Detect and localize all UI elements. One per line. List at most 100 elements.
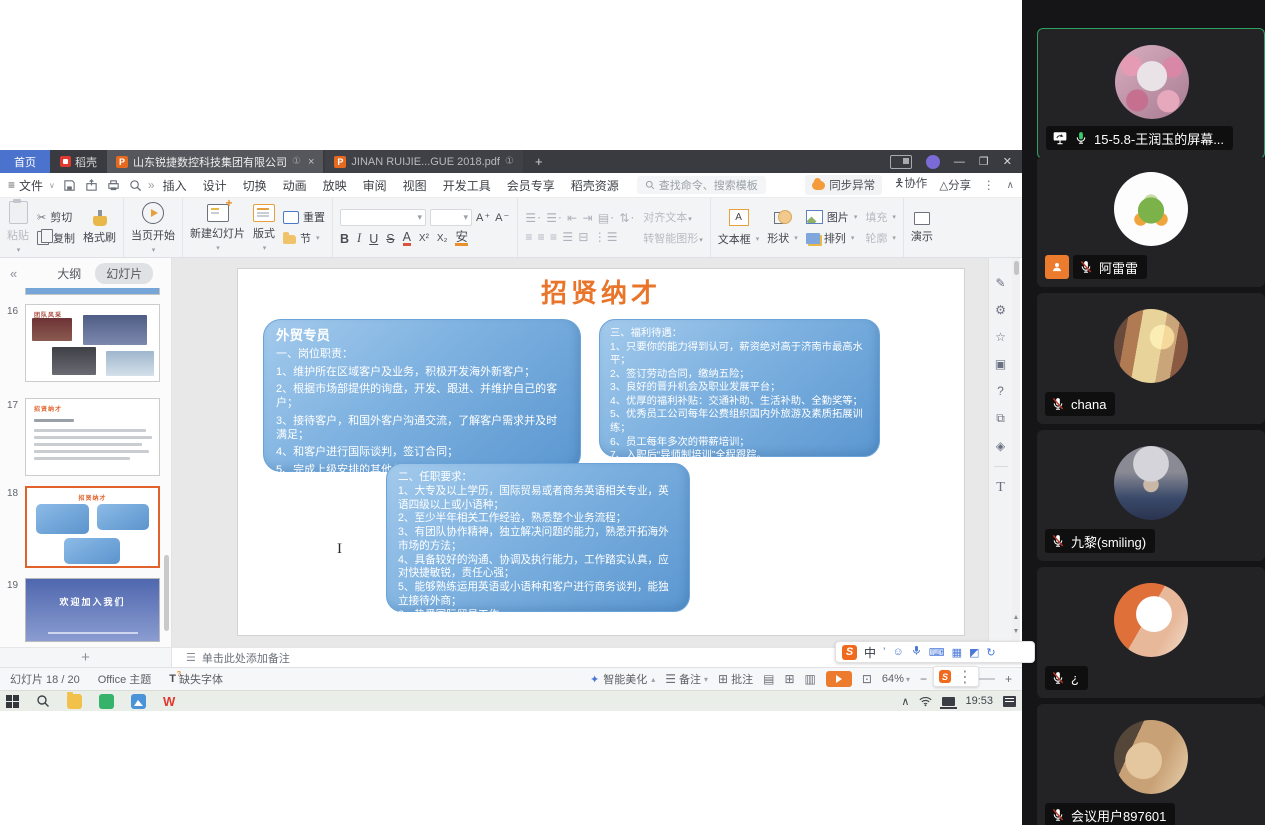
thumbnail-slide-16[interactable]: 团队风采 <box>25 304 160 382</box>
shapes-button[interactable]: 形状 <box>767 230 798 246</box>
account-avatar[interactable] <box>926 155 940 169</box>
more-menu-icon[interactable] <box>983 178 995 192</box>
slide-textbox-benefits[interactable]: 三、福利待遇： 1、只要你的能力得到认可，薪资绝对高于济南市最高水平； 2、签订… <box>599 319 880 457</box>
subscript-button[interactable]: X₂ <box>437 233 448 244</box>
design-tool-icon[interactable]: ✎ <box>995 276 1005 290</box>
punctuation-icon[interactable]: ’ <box>883 646 885 658</box>
menu-review[interactable]: 审阅 <box>363 177 387 194</box>
picture-button[interactable]: 图片 <box>806 209 858 225</box>
collaborate-button[interactable]: 🯅协作 <box>894 175 927 195</box>
taskbar-search-icon[interactable] <box>36 694 50 708</box>
collapse-panel-icon[interactable] <box>10 266 17 281</box>
comment-button[interactable]: ⊞批注 <box>718 671 753 687</box>
share-button[interactable]: △分享 <box>939 177 971 193</box>
menu-docer-resource[interactable]: 稻壳资源 <box>571 177 619 194</box>
slide-title[interactable]: 招贤纳才 <box>238 273 964 310</box>
save-icon[interactable] <box>63 179 76 192</box>
strikethrough-button[interactable]: S <box>386 232 394 246</box>
fill-button[interactable]: 填充 <box>865 209 896 225</box>
smart-graphic-button[interactable]: 转智能图形 <box>643 230 703 246</box>
new-slide-button[interactable]: 新建幻灯片 <box>190 204 245 252</box>
file-explorer-icon[interactable] <box>67 694 82 709</box>
notification-center-icon[interactable] <box>1003 696 1016 707</box>
more-icon[interactable]: ⋮ <box>957 667 973 687</box>
beautify-tool-icon[interactable]: ☆ <box>995 330 1006 344</box>
normal-view-icon[interactable]: ▤ <box>763 672 774 686</box>
notes-toggle-button[interactable]: ☰备注▾ <box>665 671 708 687</box>
tray-expand-icon[interactable]: ∧ <box>901 695 909 708</box>
cut-button[interactable]: ✂剪切 <box>37 209 75 225</box>
align-text-button[interactable]: 对齐文本 <box>643 209 703 225</box>
file-menu[interactable]: 文件 <box>8 177 55 194</box>
font-family-select[interactable]: ▾ <box>340 209 426 226</box>
minimize-button[interactable]: — <box>954 156 965 168</box>
menu-devtools[interactable]: 开发工具 <box>443 177 491 194</box>
thumbnail-slide-18-selected[interactable]: 招贤纳才 <box>25 486 160 568</box>
layout-tool-icon[interactable]: ▣ <box>995 357 1006 371</box>
doc-tab-inactive[interactable]: P JINAN RUIJIE...GUE 2018.pdf ① <box>325 150 523 173</box>
font-color-button[interactable]: A <box>403 231 411 247</box>
sogou-status-chip[interactable]: S ⋮ <box>933 666 979 687</box>
reading-view-icon[interactable]: ▥ <box>805 672 816 686</box>
window-mode-icon[interactable] <box>890 155 912 169</box>
participant-tile[interactable]: chana <box>1037 293 1265 424</box>
sogou-logo-icon[interactable]: S <box>842 645 857 660</box>
properties-tool-icon[interactable]: ⚙ <box>995 303 1006 317</box>
sogou-input-toolbar[interactable]: S 中 ’ ☺ ⌨ ▦ ◩ ↻ <box>835 641 1035 663</box>
copy-button[interactable]: 复制 <box>37 230 75 246</box>
slide-sorter-icon[interactable]: ⊞ <box>784 672 794 686</box>
participant-tile[interactable]: ¿ <box>1037 567 1265 698</box>
thumbnail-slide-19[interactable]: 欢迎加入我们 <box>25 578 160 642</box>
tab-slides[interactable]: 幻灯片 <box>95 263 153 284</box>
beautify-button[interactable]: ✦智能美化▴ <box>590 671 655 687</box>
participant-tile[interactable]: 阿雷雷 <box>1037 156 1265 287</box>
text-effect-icon[interactable]: 安 <box>455 231 468 247</box>
bold-button[interactable]: B <box>340 232 349 246</box>
wifi-icon[interactable] <box>919 696 932 707</box>
menu-animation[interactable]: 动画 <box>283 177 307 194</box>
emoji-icon[interactable]: ☺ <box>892 646 903 658</box>
paste-button[interactable]: 粘贴 <box>7 201 29 254</box>
slideshow-play-button[interactable] <box>826 671 852 687</box>
start-button[interactable] <box>6 695 19 708</box>
play-from-current-button[interactable]: 当页开始 <box>131 202 175 254</box>
font-decrease-icon[interactable]: A⁻ <box>495 211 510 224</box>
more-tools-icon[interactable]: ↻ <box>986 646 995 659</box>
text-tool-icon[interactable]: T <box>996 480 1005 496</box>
close-button[interactable]: ✕ <box>1003 155 1012 168</box>
scrollbar-thumb[interactable] <box>1014 261 1019 275</box>
outline-button[interactable]: 轮廓 <box>865 230 896 246</box>
zoom-in-button[interactable]: + <box>1005 672 1012 686</box>
participant-tile-sharer[interactable]: 15-5.8-王润玉的屏幕... <box>1037 28 1265 159</box>
collapse-ribbon-icon[interactable] <box>1007 179 1014 191</box>
tab-home[interactable]: 首页 <box>0 150 50 173</box>
menu-slideshow[interactable]: 放映 <box>323 177 347 194</box>
print-icon[interactable] <box>107 179 120 192</box>
zoom-level-select[interactable]: 64%▾ <box>882 673 910 685</box>
voice-input-icon[interactable] <box>911 645 922 659</box>
more-quick-icons[interactable] <box>148 178 155 192</box>
underline-button[interactable]: U <box>369 232 378 246</box>
zoom-out-button[interactable]: − <box>920 672 927 686</box>
protect-tool-icon[interactable]: ◈ <box>996 439 1005 453</box>
fit-slide-icon[interactable]: ⊡ <box>862 672 872 686</box>
present-pane-button[interactable]: 演示 <box>911 212 933 244</box>
theme-name[interactable]: Office 主题 <box>98 671 152 687</box>
menu-insert[interactable]: 插入 <box>163 177 187 194</box>
input-mode-indicator[interactable]: 中 <box>864 644 876 661</box>
display-tray-icon[interactable] <box>942 697 955 706</box>
toolbox-icon[interactable]: ▦ <box>952 646 962 659</box>
italic-button[interactable]: I <box>357 231 361 246</box>
close-tab-icon[interactable]: × <box>308 156 314 168</box>
slide-textbox-duties[interactable]: 外贸专员 一、岗位职责： 1、维护所在区域客户及业务，积极开发海外新客户； 2、… <box>263 319 581 472</box>
print-preview-icon[interactable] <box>129 179 142 192</box>
tab-outline[interactable]: 大纲 <box>57 265 81 282</box>
wps-app-icon[interactable]: W <box>163 694 175 709</box>
format-painter-button[interactable]: 格式刷 <box>83 210 116 245</box>
participant-tile[interactable]: 九黎(smiling) <box>1037 430 1265 561</box>
section-button[interactable]: 节 <box>283 230 325 246</box>
font-size-select[interactable]: ▾ <box>430 209 472 226</box>
missing-font-warning[interactable]: T缺失字体 <box>169 671 223 687</box>
menu-view[interactable]: 视图 <box>403 177 427 194</box>
layout-button[interactable]: 版式 <box>253 204 275 252</box>
